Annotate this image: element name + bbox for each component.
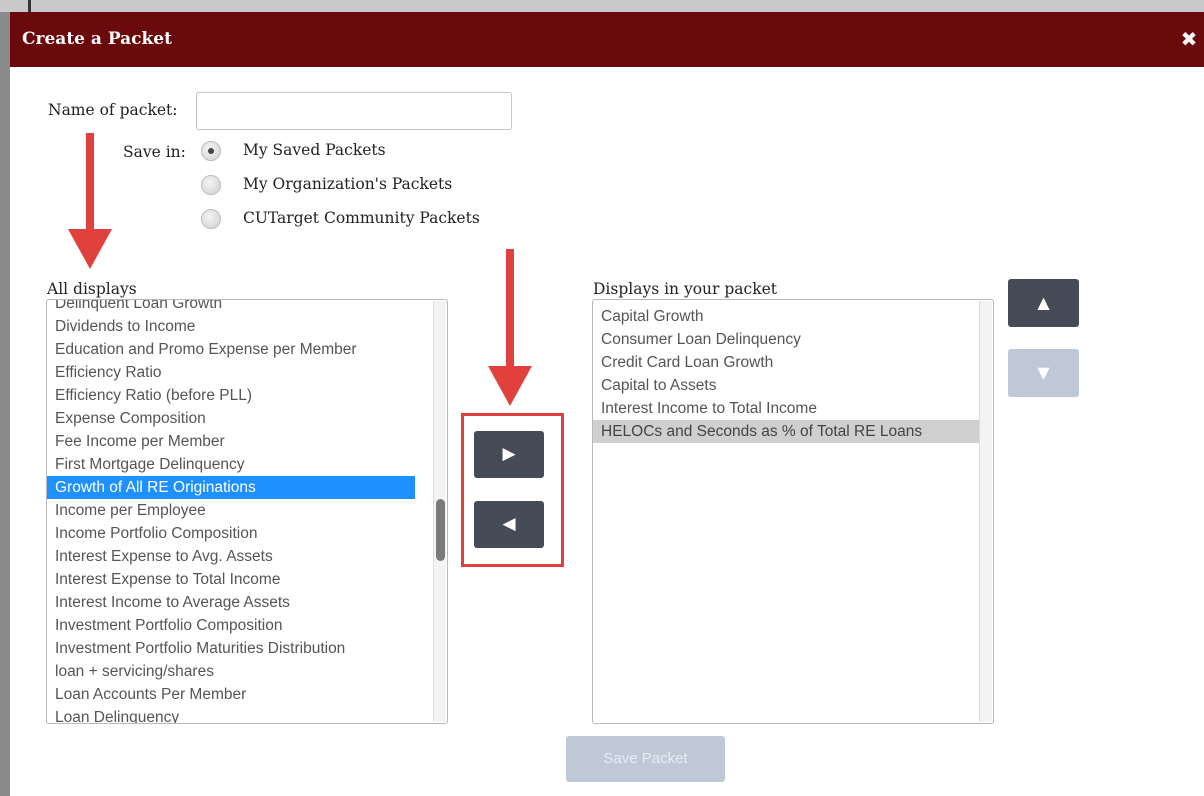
list-item-highlighted[interactable]: HELOCs and Seconds as % of Total RE Loan… <box>593 420 979 443</box>
list-item[interactable]: Education and Promo Expense per Member <box>47 338 433 361</box>
radio-label-cutarget-community-packets: CUTarget Community Packets <box>243 209 480 227</box>
list-item[interactable]: Investment Portfolio Composition <box>47 614 433 637</box>
list-item[interactable]: Interest Expense to Total Income <box>47 568 433 591</box>
list-item[interactable]: loan + servicing/shares <box>47 660 433 683</box>
move-up-button[interactable]: ▲ <box>1008 279 1079 327</box>
radio-label-my-organizations-packets: My Organization's Packets <box>243 175 453 193</box>
all-displays-items: Delinquent Loan Growth Dividends to Inco… <box>47 300 433 723</box>
list-item[interactable]: Interest Income to Total Income <box>593 397 979 420</box>
radio-selected-dot <box>208 148 214 154</box>
move-down-button[interactable]: ▼ <box>1008 349 1079 397</box>
list-item[interactable]: Investment Portfolio Maturities Distribu… <box>47 637 433 660</box>
all-displays-label: All displays <box>47 280 137 298</box>
dialog-titlebar: Create a Packet ✖ <box>10 12 1204 67</box>
list-item[interactable]: Expense Composition <box>47 407 433 430</box>
list-item[interactable]: Income Portfolio Composition <box>47 522 433 545</box>
close-icon[interactable]: ✖ <box>1178 28 1200 50</box>
remove-from-packet-button[interactable]: ◀ <box>474 501 544 548</box>
list-item[interactable]: Efficiency Ratio <box>47 361 433 384</box>
list-item[interactable]: Dividends to Income <box>47 315 433 338</box>
save-packet-button[interactable]: Save Packet <box>566 736 725 782</box>
list-item[interactable]: Consumer Loan Delinquency <box>593 328 979 351</box>
radio-cutarget-community-packets[interactable] <box>201 209 221 229</box>
scrollbar-thumb[interactable] <box>436 499 445 561</box>
packet-displays-scrollbar[interactable] <box>979 301 992 722</box>
list-item[interactable]: Delinquent Loan Growth <box>47 300 433 315</box>
packet-displays-label: Displays in your packet <box>593 280 778 298</box>
packet-displays-items: Capital Growth Consumer Loan Delinquency… <box>593 305 979 443</box>
list-item[interactable]: Loan Delinquency <box>47 706 433 723</box>
create-packet-dialog: Create a Packet ✖ Name of packet: Save i… <box>10 12 1204 796</box>
list-item[interactable]: Loan Accounts Per Member <box>47 683 433 706</box>
radio-label-my-saved-packets: My Saved Packets <box>243 141 386 159</box>
list-item[interactable]: Capital Growth <box>593 305 979 328</box>
list-item[interactable]: Fee Income per Member <box>47 430 433 453</box>
list-item[interactable]: Efficiency Ratio (before PLL) <box>47 384 433 407</box>
packet-name-label: Name of packet: <box>48 101 178 119</box>
list-item[interactable]: Income per Employee <box>47 499 433 522</box>
background-page <box>0 0 1204 12</box>
list-item-selected[interactable]: Growth of All RE Originations <box>47 476 415 499</box>
list-item[interactable]: Interest Expense to Avg. Assets <box>47 545 433 568</box>
save-in-label: Save in: <box>123 143 186 161</box>
packet-name-input[interactable] <box>196 92 512 130</box>
all-displays-listbox[interactable]: Delinquent Loan Growth Dividends to Inco… <box>46 299 448 724</box>
all-displays-scrollbar[interactable] <box>433 301 446 722</box>
list-item[interactable]: Interest Income to Average Assets <box>47 591 433 614</box>
list-item[interactable]: First Mortgage Delinquency <box>47 453 433 476</box>
radio-my-organizations-packets[interactable] <box>201 175 221 195</box>
packet-displays-listbox[interactable]: Capital Growth Consumer Loan Delinquency… <box>592 299 994 724</box>
radio-my-saved-packets[interactable] <box>201 141 221 161</box>
list-item[interactable]: Capital to Assets <box>593 374 979 397</box>
list-item[interactable]: Credit Card Loan Growth <box>593 351 979 374</box>
add-to-packet-button[interactable]: ▶ <box>474 431 544 478</box>
dialog-title: Create a Packet <box>22 29 172 49</box>
